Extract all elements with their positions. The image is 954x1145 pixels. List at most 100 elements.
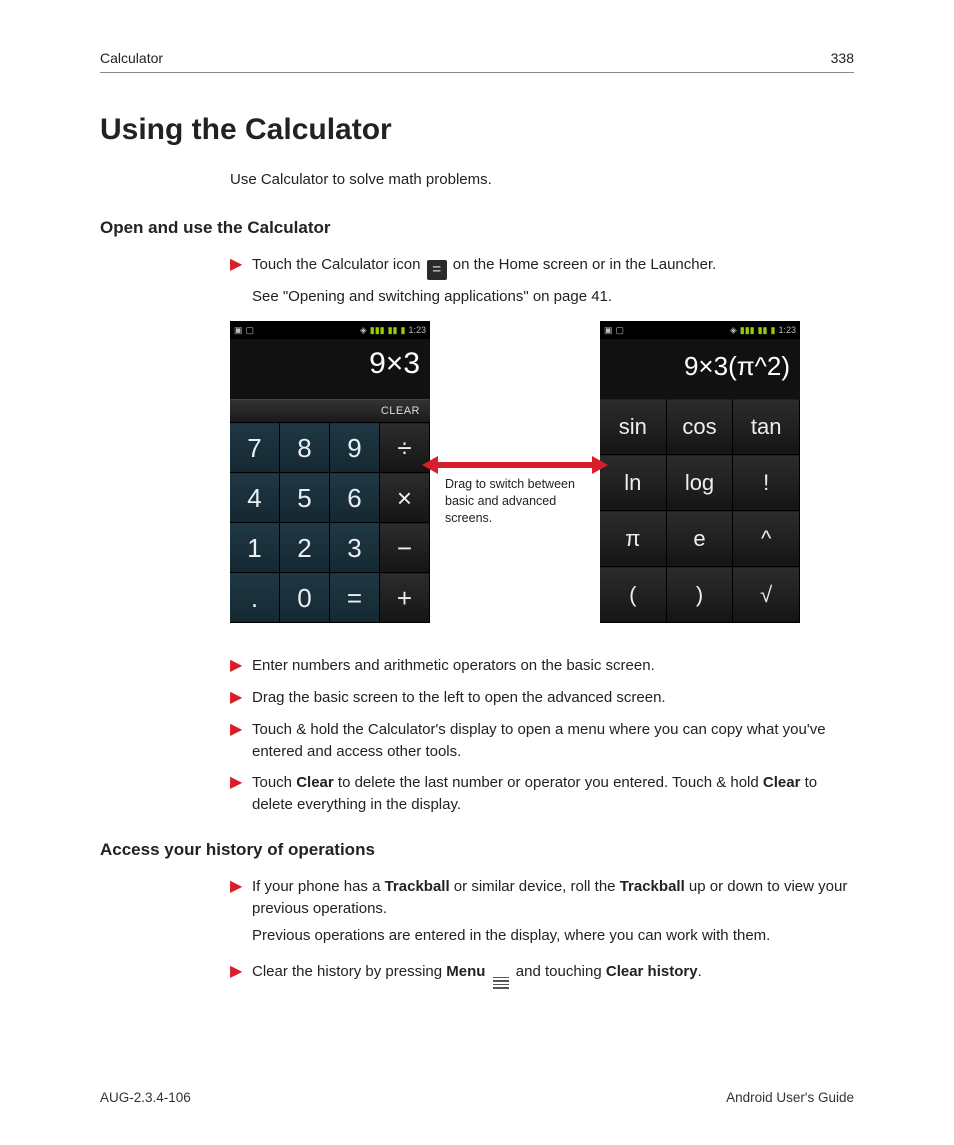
- digit-key[interactable]: 3: [330, 523, 380, 573]
- function-key[interactable]: !: [733, 455, 800, 511]
- menu-icon: [493, 976, 509, 990]
- function-key[interactable]: ln: [600, 455, 667, 511]
- bullet-icon: ▶: [230, 772, 252, 794]
- text-fragment: Clear the history by pressing: [252, 963, 446, 980]
- signal-icon: ▮▮▮: [370, 325, 385, 336]
- clear-button[interactable]: CLEAR: [230, 399, 430, 423]
- bold-term: Clear: [763, 774, 801, 791]
- status-bar: ▣▢ ◈▮▮▮▮▮▮1:23: [230, 321, 430, 339]
- bullet-icon: ▶: [230, 254, 252, 276]
- function-key[interactable]: (: [600, 567, 667, 623]
- step-text: If your phone has a Trackball or similar…: [252, 876, 854, 920]
- previous-ops-note: Previous operations are entered in the d…: [252, 925, 854, 947]
- footer-doc-id: AUG-2.3.4-106: [100, 1090, 191, 1105]
- notif-icon: ▢: [616, 325, 625, 336]
- section-heading-open: Open and use the Calculator: [100, 218, 854, 238]
- notif-icon: ▢: [246, 325, 255, 336]
- bullet-icon: ▶: [230, 655, 252, 677]
- intro-text: Use Calculator to solve math problems.: [230, 171, 854, 188]
- step-enter-numbers: ▶ Enter numbers and arithmetic operators…: [230, 655, 854, 677]
- digit-key[interactable]: 2: [280, 523, 330, 573]
- calculator-advanced-screenshot: ▣▢ ◈▮▮▮▮▮▮1:23 9×3(π^2) sincostanlnlog!π…: [600, 321, 800, 623]
- text-fragment: to delete the last number or operator yo…: [334, 774, 763, 791]
- digit-key[interactable]: 8: [280, 423, 330, 473]
- function-key[interactable]: e: [667, 511, 734, 567]
- text-fragment: and touching: [516, 963, 606, 980]
- digit-key[interactable]: 1: [230, 523, 280, 573]
- step-clear-history: ▶ Clear the history by pressing Menu and…: [230, 961, 854, 990]
- function-key[interactable]: sin: [600, 399, 667, 455]
- screenshots-area: ▣▢ ◈▮▮▮▮▮▮1:23 9×3 CLEAR 789÷456×123−.0=…: [230, 321, 854, 641]
- function-key[interactable]: log: [667, 455, 734, 511]
- function-key[interactable]: ): [667, 567, 734, 623]
- step-touch-hold-display: ▶ Touch & hold the Calculator's display …: [230, 719, 854, 763]
- gps-icon: ◈: [360, 325, 367, 336]
- drag-arrow-icon: [422, 456, 608, 474]
- digit-key[interactable]: 5: [280, 473, 330, 523]
- battery-icon: ▮: [401, 325, 406, 336]
- bullet-icon: ▶: [230, 687, 252, 709]
- step-text: Enter numbers and arithmetic operators o…: [252, 655, 854, 677]
- step-text: Touch the Calculator icon = on the Home …: [252, 254, 854, 280]
- digit-key[interactable]: 9: [330, 423, 380, 473]
- notif-icon: ▣: [604, 325, 613, 336]
- text-fragment: Touch the Calculator icon: [252, 256, 425, 273]
- step-text: Touch & hold the Calculator's display to…: [252, 719, 854, 763]
- bold-term: Trackball: [385, 878, 450, 895]
- page-footer: AUG-2.3.4-106 Android User's Guide: [100, 1090, 854, 1105]
- operator-key[interactable]: −: [380, 523, 430, 573]
- notif-icon: ▣: [234, 325, 243, 336]
- bullet-icon: ▶: [230, 961, 252, 983]
- step-touch-clear: ▶ Touch Clear to delete the last number …: [230, 772, 854, 816]
- digit-key[interactable]: .: [230, 573, 280, 623]
- advanced-keypad: sincostan lnlog! πe^ ()√: [600, 399, 800, 623]
- bullet-icon: ▶: [230, 876, 252, 898]
- calculator-icon: =: [427, 260, 447, 280]
- step-text: Drag the basic screen to the left to ope…: [252, 687, 854, 709]
- header-section: Calculator: [100, 50, 163, 66]
- step-drag-advanced: ▶ Drag the basic screen to the left to o…: [230, 687, 854, 709]
- calculator-display[interactable]: 9×3(π^2): [600, 339, 800, 399]
- digit-key[interactable]: =: [330, 573, 380, 623]
- bullet-icon: ▶: [230, 719, 252, 741]
- digit-key[interactable]: 7: [230, 423, 280, 473]
- function-key[interactable]: ^: [733, 511, 800, 567]
- wifi-icon: ▮▮: [758, 325, 768, 336]
- status-time: 1:23: [408, 325, 426, 335]
- digit-key[interactable]: 6: [330, 473, 380, 523]
- page-title: Using the Calculator: [100, 113, 854, 147]
- function-key[interactable]: cos: [667, 399, 734, 455]
- basic-keypad: 789÷456×123−.0=+: [230, 423, 430, 623]
- page: Calculator 338 Using the Calculator Use …: [0, 0, 954, 1145]
- page-header: Calculator 338: [100, 50, 854, 73]
- operator-key[interactable]: ×: [380, 473, 430, 523]
- text-fragment: on the Home screen or in the Launcher.: [453, 256, 717, 273]
- step-open-calculator: ▶ Touch the Calculator icon = on the Hom…: [230, 254, 854, 280]
- gps-icon: ◈: [730, 325, 737, 336]
- calculator-display[interactable]: 9×3: [230, 339, 430, 399]
- step-text: Clear the history by pressing Menu and t…: [252, 961, 854, 990]
- header-page-number: 338: [831, 50, 854, 66]
- operator-key[interactable]: +: [380, 573, 430, 623]
- battery-icon: ▮: [771, 325, 776, 336]
- status-bar: ▣▢ ◈▮▮▮▮▮▮1:23: [600, 321, 800, 339]
- footer-guide-name: Android User's Guide: [726, 1090, 854, 1105]
- digit-key[interactable]: 0: [280, 573, 330, 623]
- section-heading-history: Access your history of operations: [100, 840, 854, 860]
- drag-note: Drag to switch between basic and advance…: [445, 476, 585, 527]
- function-key[interactable]: tan: [733, 399, 800, 455]
- text-fragment: .: [698, 963, 702, 980]
- bold-term: Trackball: [620, 878, 685, 895]
- text-fragment: or similar device, roll the: [450, 878, 620, 895]
- step-trackball: ▶ If your phone has a Trackball or simil…: [230, 876, 854, 920]
- text-fragment: Touch: [252, 774, 296, 791]
- text-fragment: If your phone has a: [252, 878, 385, 895]
- status-time: 1:23: [778, 325, 796, 335]
- signal-icon: ▮▮▮: [740, 325, 755, 336]
- calculator-basic-screenshot: ▣▢ ◈▮▮▮▮▮▮1:23 9×3 CLEAR 789÷456×123−.0=…: [230, 321, 430, 623]
- bold-term: Clear: [296, 774, 334, 791]
- function-key[interactable]: √: [733, 567, 800, 623]
- step-text: Touch Clear to delete the last number or…: [252, 772, 854, 816]
- digit-key[interactable]: 4: [230, 473, 280, 523]
- function-key[interactable]: π: [600, 511, 667, 567]
